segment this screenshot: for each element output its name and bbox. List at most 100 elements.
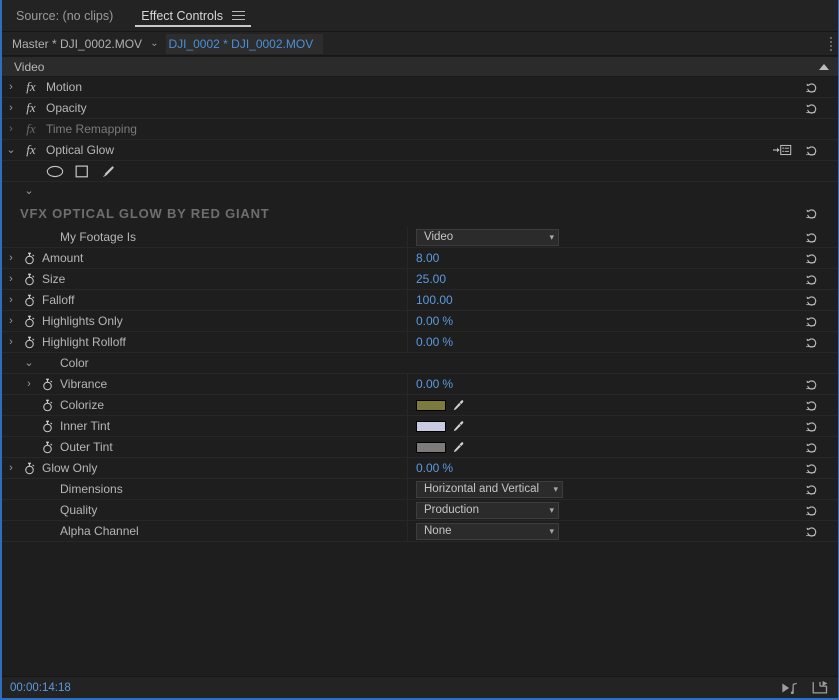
triangle-up-icon[interactable] bbox=[819, 63, 829, 70]
chevron-down-icon[interactable]: ⌄ bbox=[20, 185, 38, 197]
dropdown-my-footage-is[interactable]: Video ▾ bbox=[416, 228, 559, 246]
dropdown-quality[interactable]: Production ▾ bbox=[416, 501, 559, 519]
reset-button[interactable] bbox=[805, 479, 818, 499]
stopwatch-icon[interactable] bbox=[38, 441, 56, 454]
param-value-highlights-only[interactable]: 0.00 bbox=[416, 314, 439, 328]
stopwatch-icon[interactable] bbox=[20, 294, 38, 307]
param-value-vibrance[interactable]: 0.00 bbox=[416, 377, 439, 391]
param-row-highlights-only[interactable]: › Highlights Only 0.00 % bbox=[2, 311, 838, 332]
color-swatch-inner-tint[interactable] bbox=[416, 420, 446, 432]
reset-button[interactable] bbox=[805, 269, 818, 289]
stopwatch-icon[interactable] bbox=[20, 273, 38, 286]
reset-button[interactable] bbox=[805, 395, 818, 415]
param-value-size[interactable]: 25.00 bbox=[416, 272, 446, 286]
export-frame-icon[interactable] bbox=[812, 681, 828, 694]
param-row-alpha-channel[interactable]: Alpha Channel None ▾ bbox=[2, 521, 838, 542]
chevron-right-icon[interactable]: › bbox=[2, 315, 20, 327]
param-value-cell: None ▾ bbox=[407, 521, 838, 541]
param-value-highlight-rolloff[interactable]: 0.00 bbox=[416, 335, 439, 349]
chevron-right-icon[interactable]: › bbox=[2, 81, 20, 93]
reset-button[interactable] bbox=[805, 437, 818, 457]
color-swatch-colorize[interactable] bbox=[416, 399, 446, 411]
param-row-falloff[interactable]: › Falloff 100.00 bbox=[2, 290, 838, 311]
play-audio-icon[interactable] bbox=[781, 682, 799, 694]
param-row-amount[interactable]: › Amount 8.00 bbox=[2, 248, 838, 269]
plugin-title-cell: VFX OPTICAL GLOW BY RED GIANT bbox=[2, 201, 407, 226]
ellipse-icon[interactable] bbox=[46, 165, 64, 178]
chevron-right-icon[interactable]: › bbox=[2, 336, 20, 348]
chevron-right-icon[interactable]: › bbox=[2, 102, 20, 114]
effect-list: Video › fx Motion › fx Opacity › fx Time… bbox=[2, 56, 838, 676]
param-group-color[interactable]: ⌄ Color bbox=[2, 353, 838, 374]
rectangle-icon[interactable] bbox=[75, 165, 89, 178]
chevron-right-icon[interactable]: › bbox=[2, 123, 20, 135]
chevron-down-icon[interactable]: ⌄ bbox=[2, 144, 20, 156]
eyedropper-icon[interactable] bbox=[452, 441, 465, 454]
tab-source[interactable]: Source: (no clips) bbox=[2, 0, 127, 31]
param-row-highlight-rolloff[interactable]: › Highlight Rolloff 0.00 % bbox=[2, 332, 838, 353]
reset-button[interactable] bbox=[805, 500, 818, 520]
reset-button[interactable] bbox=[805, 248, 818, 268]
dropdown-dimensions[interactable]: Horizontal and Vertical ▾ bbox=[416, 480, 563, 498]
reset-button[interactable] bbox=[805, 201, 818, 226]
stopwatch-icon[interactable] bbox=[20, 252, 38, 265]
reset-button[interactable] bbox=[805, 332, 818, 352]
effect-row-optical-glow[interactable]: ⌄ fx Optical Glow bbox=[2, 140, 838, 161]
group-collapse-row[interactable]: ⌄ bbox=[2, 182, 838, 201]
param-row-outer-tint[interactable]: Outer Tint bbox=[2, 437, 838, 458]
reset-button[interactable] bbox=[805, 311, 818, 331]
chevron-right-icon[interactable]: › bbox=[2, 462, 20, 474]
chevron-right-icon[interactable]: › bbox=[20, 378, 38, 390]
mask-reference-icon[interactable] bbox=[773, 140, 793, 160]
param-value-cell bbox=[407, 395, 838, 415]
effect-row-time-remapping[interactable]: › fx Time Remapping bbox=[2, 119, 838, 140]
chevron-down-icon[interactable]: ⌄ bbox=[150, 38, 166, 49]
color-swatch-outer-tint[interactable] bbox=[416, 441, 446, 453]
video-section-header[interactable]: Video bbox=[2, 56, 838, 77]
pen-icon[interactable] bbox=[100, 164, 116, 179]
stopwatch-icon[interactable] bbox=[38, 378, 56, 391]
param-value-amount[interactable]: 8.00 bbox=[416, 251, 439, 265]
param-row-dimensions[interactable]: Dimensions Horizontal and Vertical ▾ bbox=[2, 479, 838, 500]
effect-row-opacity[interactable]: › fx Opacity bbox=[2, 98, 838, 119]
reset-button[interactable] bbox=[805, 290, 818, 310]
dropdown-alpha-channel[interactable]: None ▾ bbox=[416, 522, 559, 540]
param-unit: % bbox=[442, 335, 454, 349]
chevron-right-icon[interactable]: › bbox=[2, 273, 20, 285]
eyedropper-icon[interactable] bbox=[452, 420, 465, 433]
stopwatch-icon[interactable] bbox=[38, 399, 56, 412]
effect-row-motion[interactable]: › fx Motion bbox=[2, 77, 838, 98]
timecode[interactable]: 00:00:14:18 bbox=[10, 682, 71, 694]
param-row-colorize[interactable]: Colorize bbox=[2, 395, 838, 416]
chevron-right-icon[interactable]: › bbox=[2, 252, 20, 264]
stopwatch-icon[interactable] bbox=[20, 315, 38, 328]
reset-button[interactable] bbox=[805, 77, 818, 97]
stopwatch-icon[interactable] bbox=[20, 462, 38, 475]
param-row-inner-tint[interactable]: Inner Tint bbox=[2, 416, 838, 437]
param-value-glow-only[interactable]: 0.00 bbox=[416, 461, 439, 475]
reset-button[interactable] bbox=[805, 98, 818, 118]
active-clip-label[interactable]: DJI_0002 * DJI_0002.MOV bbox=[166, 33, 324, 54]
active-tab-underline bbox=[135, 25, 252, 27]
reset-button[interactable] bbox=[805, 521, 818, 541]
chevron-down-icon[interactable]: ⌄ bbox=[20, 357, 38, 369]
reset-button[interactable] bbox=[805, 374, 818, 394]
chevron-right-icon[interactable]: › bbox=[2, 294, 20, 306]
reset-button[interactable] bbox=[805, 140, 818, 160]
stopwatch-icon[interactable] bbox=[20, 336, 38, 349]
stopwatch-icon[interactable] bbox=[38, 420, 56, 433]
reset-button[interactable] bbox=[805, 227, 818, 247]
param-row-quality[interactable]: Quality Production ▾ bbox=[2, 500, 838, 521]
param-row-my-footage-is[interactable]: My Footage Is Video ▾ bbox=[2, 227, 838, 248]
param-label-cell: Alpha Channel bbox=[2, 521, 407, 541]
tab-effect-controls[interactable]: Effect Controls bbox=[127, 0, 260, 31]
eyedropper-icon[interactable] bbox=[452, 399, 465, 412]
param-row-glow-only[interactable]: › Glow Only 0.00 % bbox=[2, 458, 838, 479]
param-row-size[interactable]: › Size 25.00 bbox=[2, 269, 838, 290]
param-row-vibrance[interactable]: › Vibrance 0.00 % bbox=[2, 374, 838, 395]
hamburger-menu-icon[interactable] bbox=[232, 10, 246, 21]
param-value-falloff[interactable]: 100.00 bbox=[416, 293, 453, 307]
reset-button[interactable] bbox=[805, 458, 818, 478]
drag-handle-icon[interactable] bbox=[830, 36, 832, 51]
reset-button[interactable] bbox=[805, 416, 818, 436]
